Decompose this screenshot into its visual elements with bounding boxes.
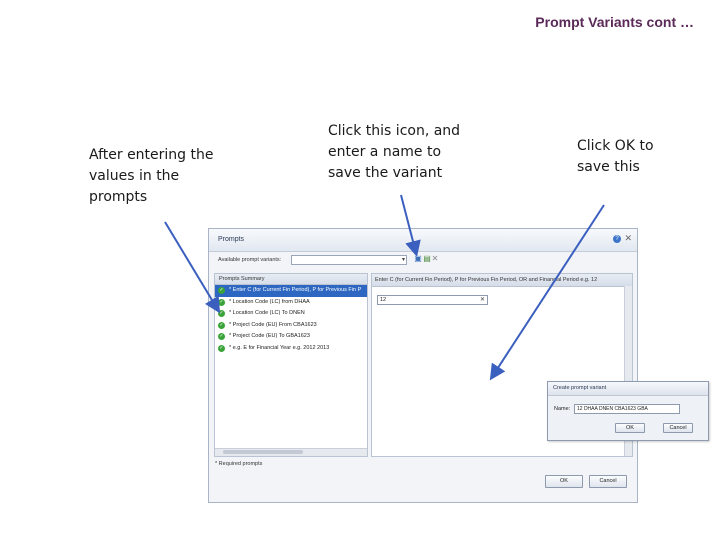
arrow-to-ok-button bbox=[489, 204, 605, 381]
arrow-to-summary bbox=[164, 221, 221, 314]
callout-arrows bbox=[164, 194, 605, 381]
arrow-to-save-icon bbox=[400, 194, 421, 257]
